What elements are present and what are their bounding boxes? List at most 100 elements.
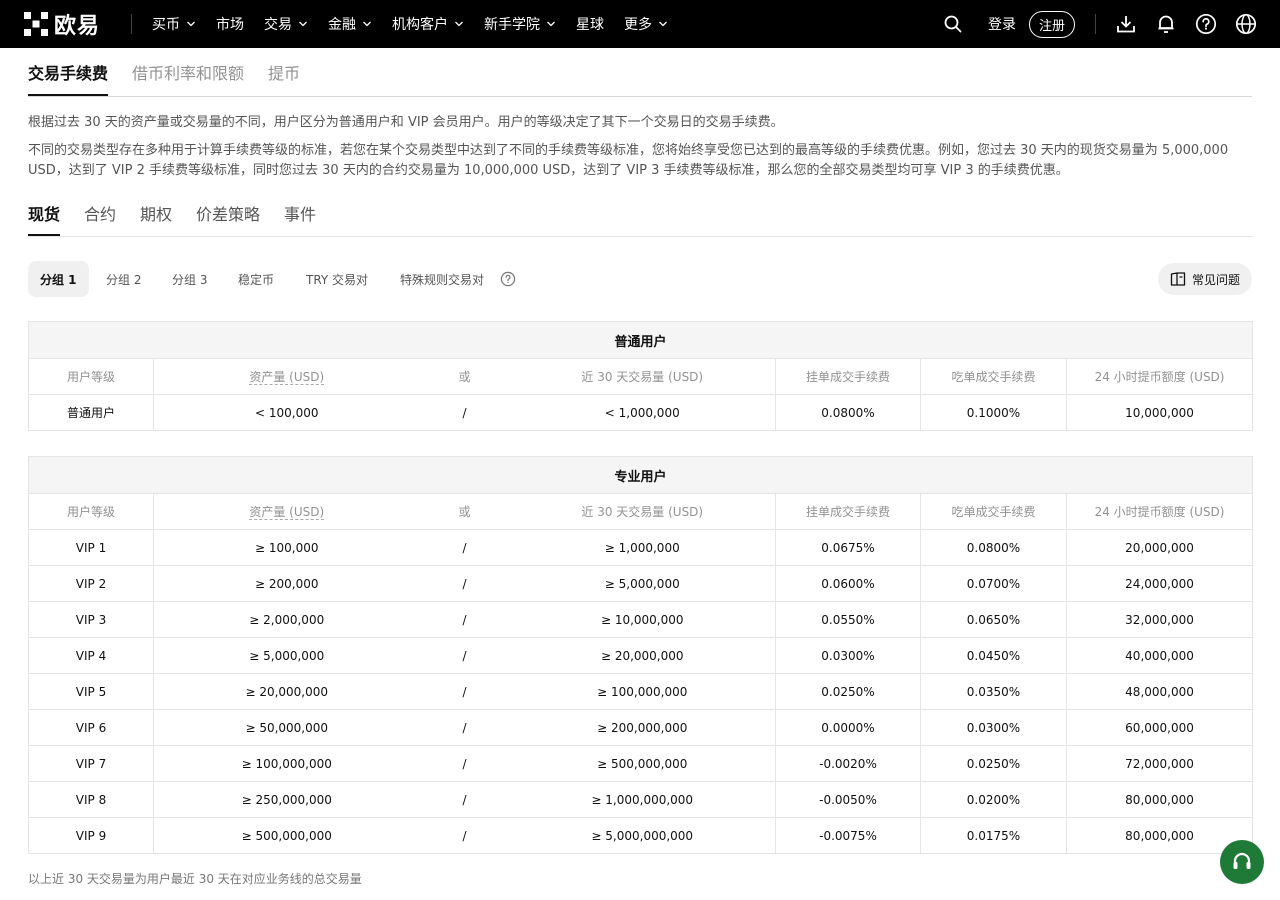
login-link[interactable]: 登录 [988,14,1016,34]
logo[interactable]: 欧易 [24,12,100,39]
tab-spread-strategy[interactable]: 价差策略 [196,201,260,225]
cell-separator: / [419,529,510,566]
register-button[interactable]: 注册 [1029,11,1075,38]
table-header-row: 用户等级 资产量 (USD) 或 近 30 天交易量 (USD) 挂单成交手续费… [28,493,1254,530]
cell-taker-fee: 0.0175% [920,817,1067,854]
nav-item-label: 新手学院 [484,17,540,33]
cell-separator: / [419,745,510,782]
help-button[interactable] [1194,12,1218,36]
cell-separator: / [419,817,510,854]
page-tabs: 交易手续费 借币利率和限额 提币 [28,48,1252,97]
active-tab-indicator [28,234,60,236]
assets-label[interactable]: 资产量 (USD) [249,505,325,520]
special-rules-pill[interactable]: 特殊规则交易对 [388,261,496,297]
cell-withdraw-limit: 32,000,000 [1066,601,1254,638]
nav-item[interactable]: 金融 [328,14,372,34]
pro-users-table: 专业用户 用户等级 资产量 (USD) 或 近 30 天交易量 (USD) 挂单… [27,456,1254,854]
cell-maker-fee: -0.0050% [775,781,921,818]
cell-withdraw-limit: 10,000,000 [1066,394,1254,431]
tab-borrow-rates[interactable]: 借币利率和限额 [132,60,244,84]
nav-item-label: 市场 [216,17,244,33]
cell-volume: ≥ 500,000,000 [509,745,776,782]
chevron-down-icon [455,21,463,27]
cell-level: VIP 9 [28,817,154,854]
cell-volume: ≥ 5,000,000 [509,565,776,602]
cell-volume: ≥ 1,000,000,000 [509,781,776,818]
assets-label[interactable]: 资产量 (USD) [249,370,325,385]
cell-taker-fee: 0.0650% [920,601,1067,638]
cell-level: VIP 2 [28,565,154,602]
cell-maker-fee: 0.0550% [775,601,921,638]
cell-level: VIP 8 [28,781,154,818]
top-navbar: 欧易 买币 市场 交易 金融 机构客户 新手学院 星球 更多 登录 注册 [0,0,1280,48]
logo-icon [24,12,48,36]
regular-users-table: 普通用户 用户等级 资产量 (USD) 或 近 30 天交易量 (USD) 挂单… [27,321,1254,431]
group-1-pill[interactable]: 分组 1 [28,261,89,297]
nav-item[interactable]: 交易 [264,14,308,34]
download-icon [1117,16,1135,33]
cell-assets: ≥ 5,000,000 [153,637,420,674]
chevron-down-icon [363,21,371,27]
tab-options[interactable]: 期权 [140,201,172,225]
search-icon [944,15,962,33]
search-button[interactable] [941,12,965,36]
cell-level: VIP 7 [28,745,154,782]
stablecoin-pill[interactable]: 稳定币 [226,261,286,297]
cell-volume: ≥ 100,000,000 [509,673,776,710]
cell-level: VIP 5 [28,673,154,710]
cell-volume: ≥ 1,000,000 [509,529,776,566]
active-tab-indicator [28,94,108,96]
column-header-volume: 近 30 天交易量 (USD) [509,493,776,530]
footnote: 以上近 30 天交易量为用户最近 30 天在对应业务线的总交易量 [28,872,362,886]
cell-taker-fee: 0.0450% [920,637,1067,674]
column-header-assets: 资产量 (USD) [153,493,420,530]
cell-level: VIP 6 [28,709,154,746]
cell-assets: ≥ 500,000,000 [153,817,420,854]
cell-withdraw-limit: 20,000,000 [1066,529,1254,566]
cell-maker-fee: -0.0075% [775,817,921,854]
cell-maker-fee: 0.0300% [775,637,921,674]
table-row: VIP 5 ≥ 20,000,000/≥ 100,000,000 0.0250% 0.… [28,673,1254,710]
column-header-maker: 挂单成交手续费 [775,358,921,395]
table-row: VIP 3 ≥ 2,000,000/≥ 10,000,000 0.0550% 0.06… [28,601,1254,638]
info-icon[interactable] [500,271,516,291]
language-button[interactable] [1234,12,1258,36]
nav-item[interactable]: 更多 [624,14,668,34]
nav-item-label: 交易 [264,17,292,33]
chevron-down-icon [187,21,195,27]
try-pairs-pill[interactable]: TRY 交易对 [294,261,380,297]
table-row: VIP 6 ≥ 50,000,000/≥ 200,000,000 0.0000% 0.… [28,709,1254,746]
cell-level: VIP 3 [28,601,154,638]
support-chat-button[interactable] [1220,840,1264,884]
nav-item[interactable]: 机构客户 [392,14,464,34]
cell-taker-fee: 0.0250% [920,745,1067,782]
tab-withdrawal[interactable]: 提币 [268,60,300,84]
cell-separator: / [419,565,510,602]
cell-withdraw-limit: 80,000,000 [1066,781,1254,818]
notifications-button[interactable] [1154,12,1178,36]
nav-item[interactable]: 市场 [216,14,244,34]
tab-spot[interactable]: 现货 [28,201,60,225]
table-row: VIP 1 ≥ 100,000/≥ 1,000,000 0.0675% 0.0800%… [28,529,1254,566]
faq-button[interactable]: 常见问题 [1157,263,1252,295]
nav-item[interactable]: 星球 [576,14,604,34]
column-header-withdraw: 24 小时提币额度 (USD) [1066,358,1254,395]
column-header-taker: 吃单成交手续费 [920,358,1067,395]
description-paragraph: 不同的交易类型存在多种用于计算手续费等级的标准，若您在某个交易类型中达到了不同的… [28,143,1229,178]
cell-taker-fee: 0.0300% [920,709,1067,746]
tab-futures[interactable]: 合约 [84,201,116,225]
book-icon [1170,272,1186,286]
nav-item-label: 更多 [624,17,652,33]
group-3-pill[interactable]: 分组 3 [160,261,219,297]
nav-item[interactable]: 买币 [152,14,196,34]
download-button[interactable] [1114,12,1138,36]
cell-volume: ≥ 10,000,000 [509,601,776,638]
group-2-pill[interactable]: 分组 2 [94,261,153,297]
chevron-down-icon [299,21,307,27]
nav-item[interactable]: 新手学院 [484,14,556,34]
cell-withdraw-limit: 24,000,000 [1066,565,1254,602]
cell-maker-fee: 0.0250% [775,673,921,710]
tab-events[interactable]: 事件 [284,201,316,225]
cell-level: VIP 1 [28,529,154,566]
tab-trading-fees[interactable]: 交易手续费 [28,60,108,84]
